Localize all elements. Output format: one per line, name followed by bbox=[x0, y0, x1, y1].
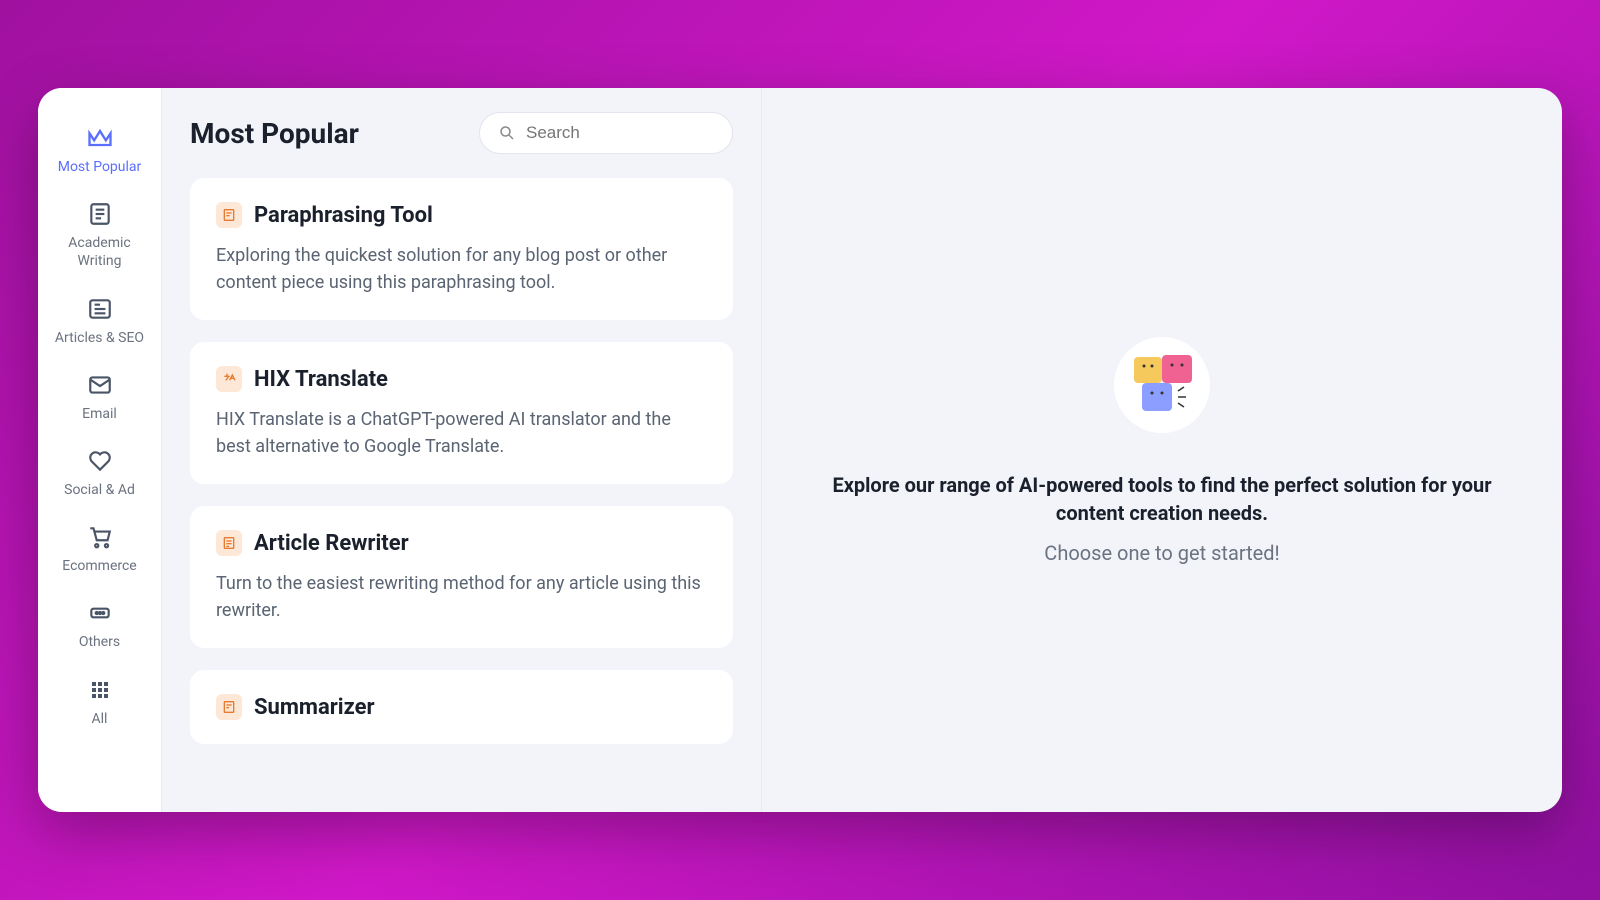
mail-icon bbox=[86, 371, 114, 399]
list-header: Most Popular bbox=[190, 112, 733, 154]
heart-icon bbox=[86, 447, 114, 475]
tool-title: Summarizer bbox=[254, 695, 375, 720]
tool-description: HIX Translate is a ChatGPT-powered AI tr… bbox=[216, 406, 707, 460]
paraphrase-icon bbox=[216, 202, 242, 228]
search-input[interactable] bbox=[526, 123, 747, 143]
doc-lines-icon bbox=[86, 200, 114, 228]
tool-title: HIX Translate bbox=[254, 367, 388, 392]
search-box[interactable] bbox=[479, 112, 733, 154]
summarize-icon bbox=[216, 694, 242, 720]
tool-card-header: Summarizer bbox=[216, 694, 707, 720]
more-icon bbox=[86, 599, 114, 627]
sidebar-item-label: Email bbox=[82, 405, 117, 423]
detail-heading: Explore our range of AI-powered tools to… bbox=[832, 471, 1492, 527]
sidebar-item-label: Social & Ad bbox=[64, 481, 135, 499]
detail-panel: Explore our range of AI-powered tools to… bbox=[762, 88, 1562, 812]
sidebar-item-all[interactable]: All bbox=[38, 664, 161, 740]
sidebar-item-social-ad[interactable]: Social & Ad bbox=[38, 435, 161, 511]
page-title: Most Popular bbox=[190, 117, 359, 150]
sidebar: Most Popular Academic Writing Articles &… bbox=[38, 88, 162, 812]
sidebar-item-label: Academic Writing bbox=[46, 234, 153, 270]
tool-card-hix-translate[interactable]: HIX Translate HIX Translate is a ChatGPT… bbox=[190, 342, 733, 484]
tool-title: Article Rewriter bbox=[254, 531, 409, 556]
sidebar-item-most-popular[interactable]: Most Popular bbox=[38, 112, 161, 188]
sidebar-item-label: Articles & SEO bbox=[55, 329, 144, 347]
translate-icon bbox=[216, 366, 242, 392]
puzzle-illustration bbox=[1112, 335, 1212, 435]
newspaper-icon bbox=[86, 295, 114, 323]
sidebar-item-label: Most Popular bbox=[58, 158, 142, 176]
detail-subheading: Choose one to get started! bbox=[1044, 541, 1279, 565]
tool-description: Exploring the quickest solution for any … bbox=[216, 242, 707, 296]
sidebar-item-others[interactable]: Others bbox=[38, 587, 161, 663]
sidebar-item-academic-writing[interactable]: Academic Writing bbox=[38, 188, 161, 282]
tool-card-header: Article Rewriter bbox=[216, 530, 707, 556]
tool-title: Paraphrasing Tool bbox=[254, 203, 433, 228]
sidebar-item-label: All bbox=[92, 710, 108, 728]
grid-icon bbox=[86, 676, 114, 704]
sidebar-item-email[interactable]: Email bbox=[38, 359, 161, 435]
sidebar-item-label: Others bbox=[79, 633, 120, 651]
tool-list: Paraphrasing Tool Exploring the quickest… bbox=[190, 178, 733, 744]
tool-card-article-rewriter[interactable]: Article Rewriter Turn to the easiest rew… bbox=[190, 506, 733, 648]
app-window: Most Popular Academic Writing Articles &… bbox=[38, 88, 1562, 812]
tool-card-summarizer[interactable]: Summarizer bbox=[190, 670, 733, 744]
tool-card-header: HIX Translate bbox=[216, 366, 707, 392]
tool-card-header: Paraphrasing Tool bbox=[216, 202, 707, 228]
crown-icon bbox=[86, 124, 114, 152]
sidebar-item-ecommerce[interactable]: Ecommerce bbox=[38, 511, 161, 587]
sidebar-item-articles-seo[interactable]: Articles & SEO bbox=[38, 283, 161, 359]
sidebar-item-label: Ecommerce bbox=[62, 557, 136, 575]
tool-card-paraphrasing[interactable]: Paraphrasing Tool Exploring the quickest… bbox=[190, 178, 733, 320]
rewrite-icon bbox=[216, 530, 242, 556]
tool-description: Turn to the easiest rewriting method for… bbox=[216, 570, 707, 624]
cart-icon bbox=[86, 523, 114, 551]
tool-list-panel: Most Popular Paraphrasing Tool Exploring… bbox=[162, 88, 762, 812]
search-icon bbox=[498, 124, 516, 142]
